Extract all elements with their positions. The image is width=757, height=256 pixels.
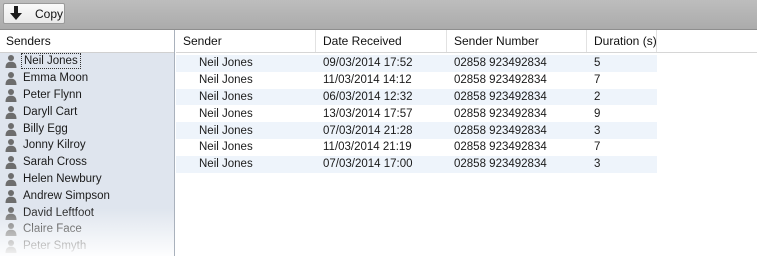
senders-panel: Senders Neil Jones Emma Moon Peter Flynn Da… [0, 30, 175, 256]
sender-name: Sarah Cross [23, 156, 87, 169]
table-header: Sender Date Received Sender Number Durat… [176, 30, 757, 53]
sender-name: Emma Moon [23, 72, 89, 85]
cell-date-received: 13/03/2014 17:57 [323, 107, 413, 120]
column-header-duration[interactable]: Duration (s) [587, 30, 657, 52]
person-icon [4, 54, 21, 69]
cell-sender-number: 02858 923492834 [454, 124, 547, 137]
table-row[interactable]: Neil Jones 06/03/2014 12:32 02858 92349283… [176, 88, 657, 106]
cell-duration: 9 [594, 107, 601, 120]
sender-name: Neil Jones [21, 53, 81, 70]
sender-item[interactable]: Peter Flynn [0, 87, 174, 104]
sender-name: Claire Face [23, 223, 82, 236]
sender-name: Helen Newbury [23, 172, 102, 185]
table-body: Neil Jones 09/03/2014 17:52 02858 92349283… [176, 53, 757, 173]
column-header-sender-number[interactable]: Sender Number [447, 30, 587, 52]
cell-duration: 7 [594, 141, 601, 154]
sender-item[interactable]: David Leftfoot [0, 204, 174, 221]
messages-table: Sender Date Received Sender Number Durat… [176, 30, 757, 256]
sender-name: Peter Smyth [23, 240, 87, 253]
column-header-sender[interactable]: Sender [176, 30, 316, 52]
sender-name: David Leftfoot [23, 206, 94, 219]
sender-item[interactable]: Sarah Cross [0, 154, 174, 171]
copy-button-label: Copy [35, 6, 64, 21]
table-row[interactable]: Neil Jones 07/03/2014 21:28 02858 92349283… [176, 122, 657, 139]
cell-date-received: 06/03/2014 12:32 [323, 90, 413, 103]
senders-list: Neil Jones Emma Moon Peter Flynn Daryll Car… [0, 53, 174, 255]
cell-duration: 2 [594, 90, 601, 103]
person-icon [4, 88, 21, 102]
person-icon [4, 172, 21, 186]
download-arrow-icon [8, 6, 24, 22]
sender-item[interactable]: Emma Moon [0, 70, 174, 87]
cell-sender-number: 02858 923492834 [454, 74, 547, 87]
cell-duration: 3 [594, 124, 601, 137]
person-icon [4, 71, 21, 86]
person-icon [4, 155, 21, 170]
cell-sender: Neil Jones [199, 57, 253, 70]
table-row[interactable]: Neil Jones 11/03/2014 14:12 02858 92349283… [176, 72, 657, 89]
cell-sender: Neil Jones [199, 90, 253, 103]
sender-item[interactable]: Helen Newbury [0, 171, 174, 188]
table-row[interactable]: Neil Jones 13/03/2014 17:57 02858 92349283… [176, 105, 657, 122]
senders-header: Senders [0, 30, 174, 53]
cell-sender-number: 02858 923492834 [454, 158, 547, 171]
cell-duration: 5 [594, 57, 601, 70]
sender-item[interactable]: Peter Smyth [0, 238, 174, 255]
sender-item[interactable]: Neil Jones [0, 53, 174, 70]
cell-sender-number: 02858 923492834 [454, 107, 547, 120]
sender-item[interactable]: Daryll Cart [0, 103, 174, 120]
cell-date-received: 07/03/2014 17:00 [323, 158, 413, 171]
cell-date-received: 09/03/2014 17:52 [323, 57, 413, 70]
person-icon [4, 189, 21, 203]
table-row[interactable]: Neil Jones 07/03/2014 17:00 02858 92349283… [176, 155, 657, 173]
copy-button[interactable]: Copy [3, 3, 65, 24]
sender-item[interactable]: Jonny Kilroy [0, 137, 174, 154]
cell-sender-number: 02858 923492834 [454, 141, 547, 154]
person-icon [4, 105, 21, 119]
table-row[interactable]: Neil Jones 09/03/2014 17:52 02858 92349283… [176, 55, 657, 72]
toolbar: Copy [0, 0, 757, 30]
cell-sender: Neil Jones [199, 124, 253, 137]
cell-sender: Neil Jones [199, 107, 253, 120]
cell-date-received: 07/03/2014 21:28 [323, 124, 413, 137]
sender-item[interactable]: Billy Egg [0, 120, 174, 137]
cell-date-received: 11/03/2014 14:12 [323, 74, 412, 87]
table-row[interactable]: Neil Jones 11/03/2014 21:19 02858 92349283… [176, 139, 657, 156]
sender-name: Daryll Cart [23, 105, 78, 118]
cell-duration: 3 [594, 158, 601, 171]
sender-name: Andrew Simpson [23, 189, 110, 202]
sender-item[interactable]: Andrew Simpson [0, 187, 174, 204]
person-icon [4, 206, 21, 220]
cell-sender-number: 02858 923492834 [454, 90, 547, 103]
cell-sender: Neil Jones [199, 158, 253, 171]
person-icon [4, 122, 21, 136]
cell-date-received: 11/03/2014 21:19 [323, 141, 412, 154]
sender-name: Jonny Kilroy [23, 139, 86, 152]
sender-item[interactable]: Claire Face [0, 221, 174, 238]
cell-sender-number: 02858 923492834 [454, 57, 547, 70]
sender-name: Peter Flynn [23, 88, 82, 101]
person-icon [4, 239, 21, 254]
cell-sender: Neil Jones [199, 141, 253, 154]
column-header-date-received[interactable]: Date Received [316, 30, 447, 52]
cell-duration: 7 [594, 74, 601, 87]
cell-sender: Neil Jones [199, 74, 253, 87]
sender-name: Billy Egg [23, 122, 68, 135]
person-icon [4, 138, 21, 153]
person-icon [4, 222, 21, 237]
